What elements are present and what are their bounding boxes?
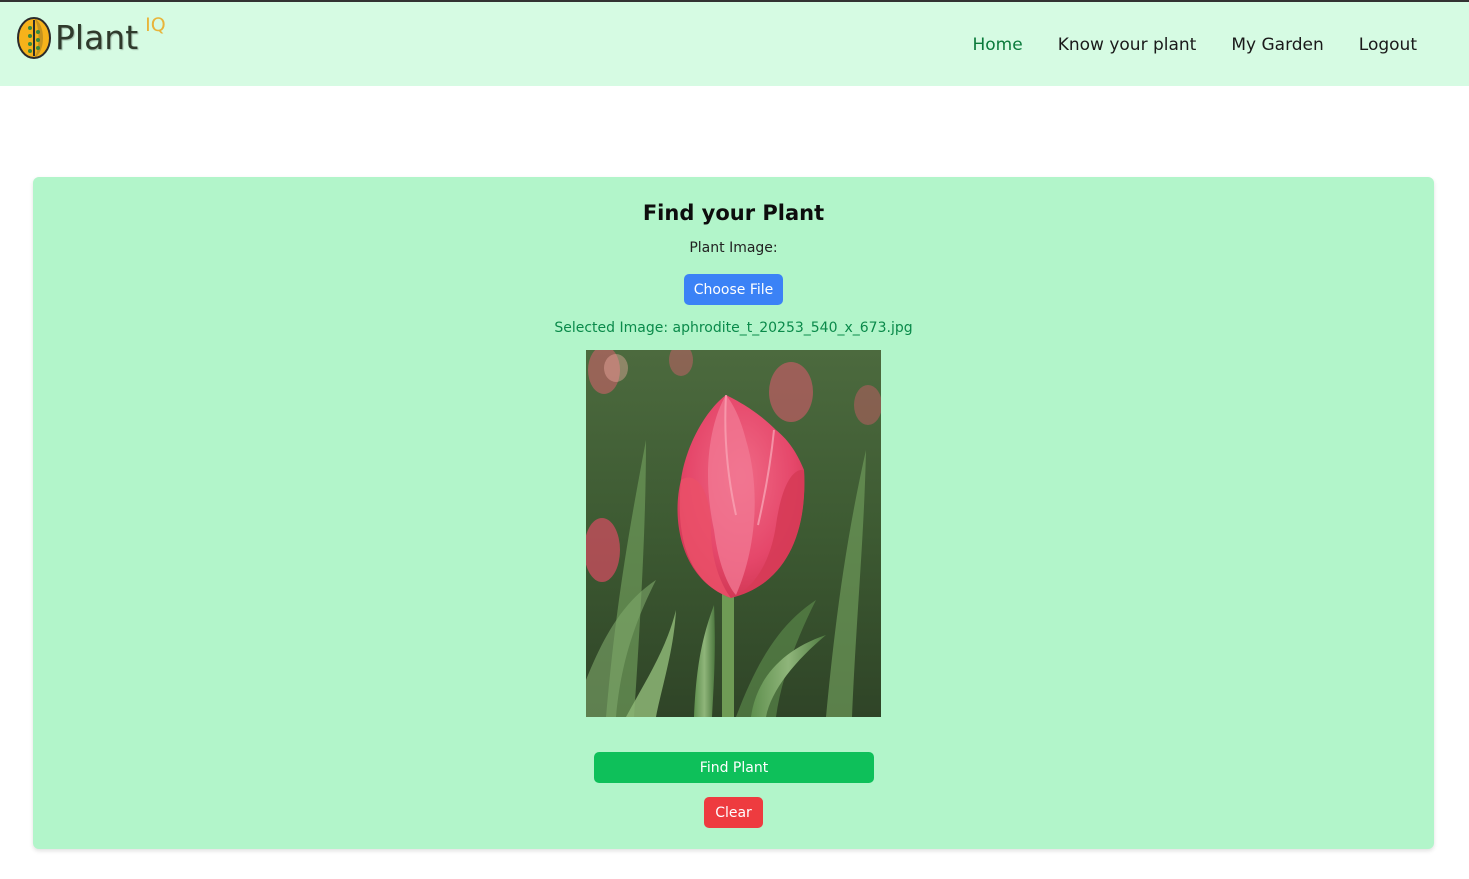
choose-file-button[interactable]: Choose File (684, 274, 783, 305)
top-navbar: Plant IQ Home Know your plant My Garden … (0, 2, 1469, 86)
plant-image-label: Plant Image: (689, 240, 778, 256)
nav-home-link[interactable]: Home (973, 34, 1023, 56)
nav-logout-link[interactable]: Logout (1359, 34, 1417, 56)
leaf-logo-icon (17, 17, 51, 59)
main-nav: Home Know your plant My Garden Logout (973, 34, 1418, 56)
tulip-photo-illustration (586, 350, 881, 717)
clear-button[interactable]: Clear (704, 797, 763, 828)
plant-image-preview (586, 350, 881, 717)
nav-my-garden-link[interactable]: My Garden (1231, 34, 1323, 56)
find-plant-card: Find your Plant Plant Image: Choose File… (33, 177, 1434, 849)
brand-logo[interactable]: Plant IQ (16, 14, 166, 64)
card-title: Find your Plant (642, 201, 825, 225)
find-plant-button[interactable]: Find Plant (594, 752, 874, 783)
selected-image-text: Selected Image: aphrodite_t_20253_540_x_… (554, 320, 913, 336)
brand-name: Plant (55, 18, 139, 57)
nav-know-your-plant-link[interactable]: Know your plant (1058, 34, 1197, 56)
brand-superscript: IQ (145, 14, 166, 36)
